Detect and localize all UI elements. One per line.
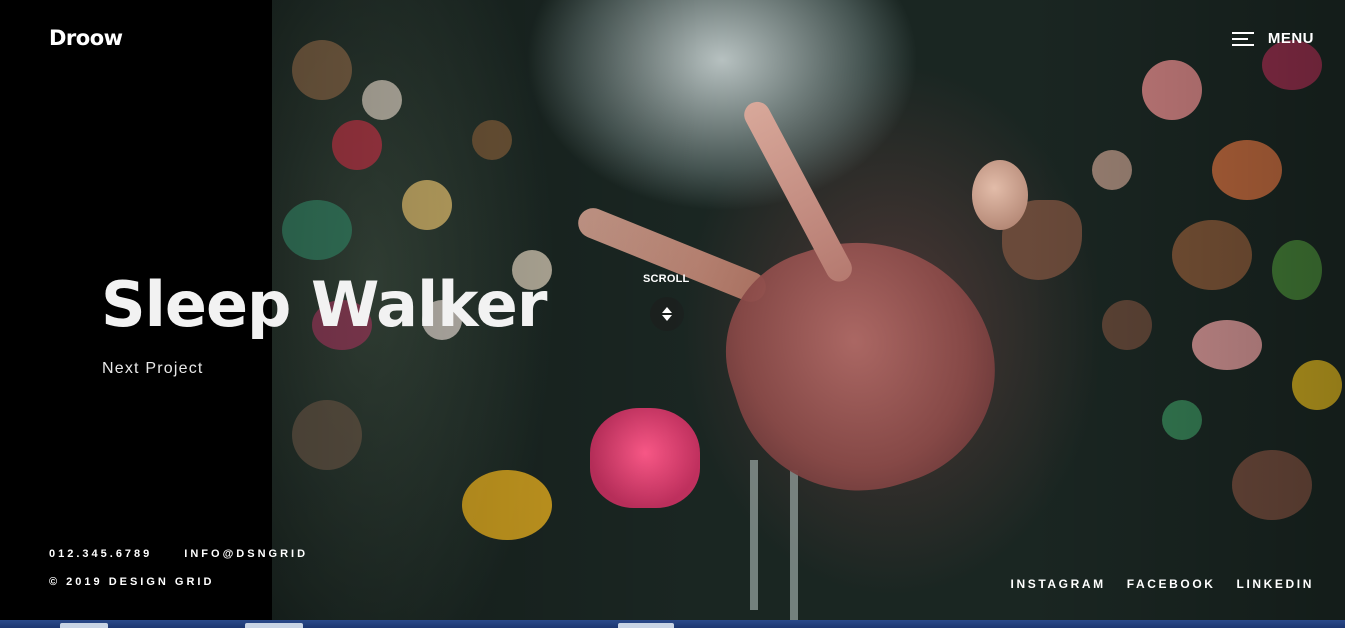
social-link-linkedin[interactable]: LINKEDIN (1237, 577, 1314, 591)
contact-info: 012.345.6789 INFO@DSNGRID (49, 548, 308, 560)
next-project-link[interactable]: Next Project (102, 360, 204, 378)
taskbar-item[interactable] (618, 623, 674, 628)
taskbar-item[interactable] (245, 623, 303, 628)
phone-number[interactable]: 012.345.6789 (49, 548, 152, 560)
page-title: Sleep Walker (101, 268, 547, 341)
social-links: INSTAGRAM FACEBOOK LINKEDIN (1011, 577, 1314, 591)
social-link-instagram[interactable]: INSTAGRAM (1011, 577, 1106, 591)
scroll-label: SCROLL (643, 273, 690, 285)
taskbar (0, 620, 1345, 628)
social-link-facebook[interactable]: FACEBOOK (1127, 577, 1216, 591)
scroll-button[interactable] (650, 297, 684, 331)
up-down-arrows-icon (662, 307, 672, 321)
copyright: © 2019 DESIGN GRID (49, 576, 215, 588)
menu-label[interactable]: MENU (1268, 30, 1314, 47)
hamburger-icon[interactable] (1231, 31, 1254, 46)
email-address[interactable]: INFO@DSNGRID (184, 548, 308, 560)
logo[interactable]: Droow (49, 26, 123, 50)
menu-button[interactable]: MENU (1231, 30, 1314, 47)
page: Droow MENU Sleep Walker Next Project SCR… (0, 0, 1345, 628)
taskbar-item[interactable] (60, 623, 108, 628)
